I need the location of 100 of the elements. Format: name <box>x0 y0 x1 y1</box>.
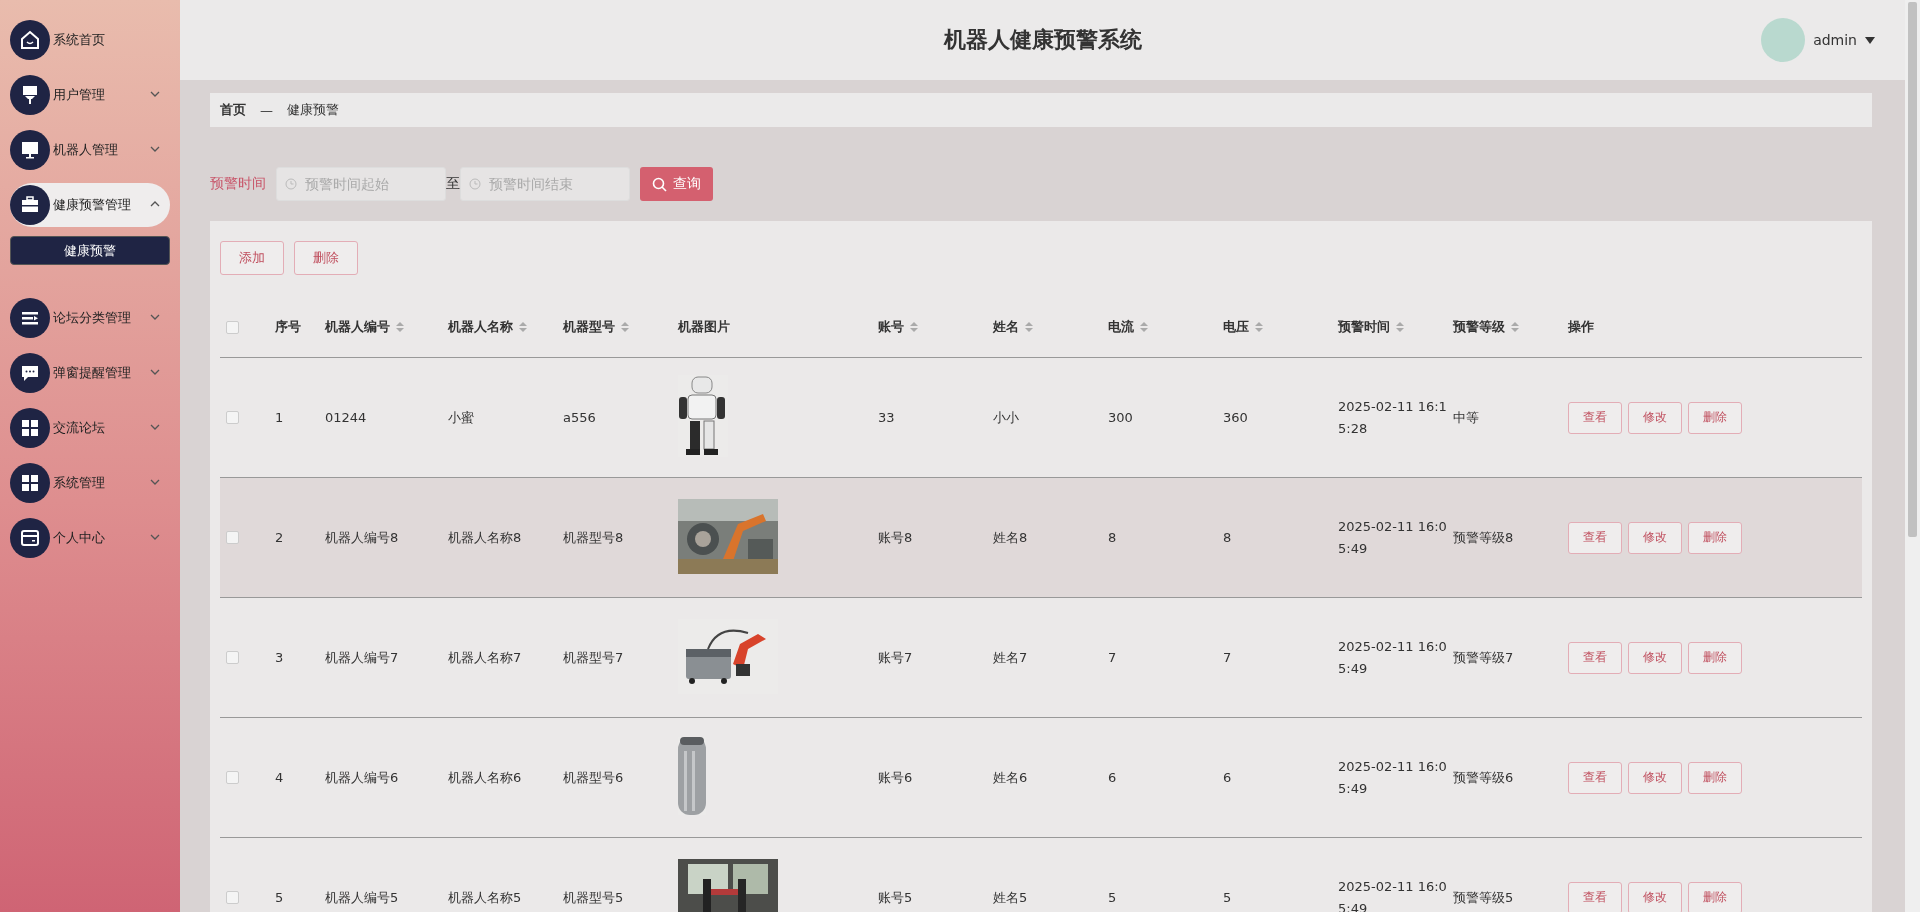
breadcrumb-link[interactable]: 健康预警 <box>287 101 339 119</box>
column-header[interactable]: 姓名 <box>993 318 1033 336</box>
table-cell: 2025-02-11 16:05:49 <box>1338 878 1447 912</box>
sort-icon <box>910 322 918 332</box>
column-header[interactable]: 机器人编号 <box>325 318 404 336</box>
sort-icon <box>621 322 629 332</box>
table-cell: 机器人编号5 <box>325 889 399 905</box>
table-cell: 机器人编号7 <box>325 649 399 665</box>
filter-label: 预警时间 <box>210 175 266 193</box>
menu-item[interactable]: 个人中心 <box>10 516 170 560</box>
column-header: 机器图片 <box>678 318 730 336</box>
search-button[interactable]: 查询 <box>640 167 713 201</box>
action-button[interactable]: 删除 <box>1688 641 1742 674</box>
action-button[interactable]: 查看 <box>1568 401 1622 434</box>
table-cell: 账号7 <box>878 649 913 665</box>
menu-item[interactable]: 论坛分类管理 <box>10 296 170 340</box>
table-cell: 6 <box>1108 769 1117 785</box>
row-checkbox[interactable] <box>226 891 239 904</box>
app-title: 机器人健康预警系统 <box>943 26 1142 54</box>
sort-icon <box>1396 322 1404 332</box>
chevron-down-icon <box>150 368 160 376</box>
table-cell: 机器人编号8 <box>325 529 399 545</box>
action-button[interactable]: 删除 <box>1688 761 1742 794</box>
table-cell: 小蜜 <box>448 409 474 425</box>
table-cell: 机器人名称5 <box>448 889 522 905</box>
column-header[interactable]: 电流 <box>1108 318 1148 336</box>
table-cell: 2025-02-11 16:15:28 <box>1338 398 1447 436</box>
table-cell: 360 <box>1223 409 1248 425</box>
table-cell: 预警等级5 <box>1453 889 1514 905</box>
menu-item[interactable]: 交流论坛 <box>10 406 170 450</box>
menu-item[interactable]: 用户管理 <box>10 73 170 117</box>
table-cell: a556 <box>563 409 596 425</box>
table-cell: 7 <box>1223 649 1232 665</box>
chevron-up-icon <box>150 200 160 208</box>
table-cell: 机器型号8 <box>563 529 624 545</box>
row-checkbox[interactable] <box>226 771 239 784</box>
scrollbar[interactable] <box>1908 2 1917 537</box>
column-header[interactable]: 账号 <box>878 318 918 336</box>
date-field[interactable]: 预警时间起始 <box>276 167 446 201</box>
menu-item[interactable]: 系统首页 <box>10 18 170 62</box>
action-button[interactable]: 修改 <box>1628 401 1682 434</box>
table-cell: 机器人名称7 <box>448 649 522 665</box>
action-button[interactable]: 删除 <box>1688 881 1742 912</box>
table-cell: 5 <box>1223 889 1232 905</box>
action-button[interactable]: 查看 <box>1568 881 1622 912</box>
menu-item[interactable]: 健康预警管理 <box>10 183 170 227</box>
submenu-item[interactable]: 健康预警 <box>10 236 170 265</box>
column-header[interactable]: 机器人名称 <box>448 318 527 336</box>
menu-item[interactable]: 弹窗提醒管理 <box>10 351 170 395</box>
column-header[interactable]: 电压 <box>1223 318 1263 336</box>
select-all-checkbox[interactable] <box>226 320 239 334</box>
table-cell: 预警等级7 <box>1453 649 1514 665</box>
table-cell: 机器型号7 <box>563 649 624 665</box>
action-button[interactable]: 删除 <box>1688 521 1742 554</box>
avatar[interactable] <box>1761 18 1806 62</box>
sort-icon <box>1140 322 1148 332</box>
table-cell: 33 <box>878 409 895 425</box>
search-icon <box>652 176 667 192</box>
table-cell: 300 <box>1108 409 1133 425</box>
table-cell: 账号5 <box>878 889 913 905</box>
toolbar-button[interactable]: 添加 <box>220 241 284 275</box>
column-header: 操作 <box>1568 318 1594 336</box>
action-button[interactable]: 修改 <box>1628 521 1682 554</box>
sort-icon <box>519 322 527 332</box>
action-button[interactable]: 修改 <box>1628 761 1682 794</box>
table-cell: 5 <box>275 889 284 905</box>
sort-icon <box>1025 322 1033 332</box>
action-button[interactable]: 删除 <box>1688 401 1742 434</box>
table-cell: 6 <box>1223 769 1232 785</box>
chevron-down-icon <box>150 90 160 98</box>
toolbar-button[interactable]: 删除 <box>294 241 358 275</box>
clock-icon <box>469 178 481 190</box>
menu-item[interactable]: 机器人管理 <box>10 128 170 172</box>
action-button[interactable]: 修改 <box>1628 881 1682 912</box>
table-cell: 8 <box>1108 529 1117 545</box>
row-checkbox[interactable] <box>226 651 239 664</box>
table-cell: 中等 <box>1453 409 1479 425</box>
table-cell: 1 <box>275 409 284 425</box>
action-button[interactable]: 查看 <box>1568 521 1622 554</box>
sort-icon <box>1255 322 1263 332</box>
table-cell: 姓名8 <box>993 529 1028 545</box>
table-cell: 2025-02-11 16:05:49 <box>1338 638 1447 676</box>
user-name[interactable]: admin <box>1813 32 1857 48</box>
table-cell: 机器人名称6 <box>448 769 522 785</box>
column-header[interactable]: 机器型号 <box>563 318 629 336</box>
row-checkbox[interactable] <box>226 531 239 544</box>
chevron-down-icon <box>150 478 160 486</box>
breadcrumb-link[interactable]: 首页 <box>220 101 246 119</box>
row-checkbox[interactable] <box>226 411 239 424</box>
table-cell: 5 <box>1108 889 1117 905</box>
column-header[interactable]: 预警等级 <box>1453 318 1519 336</box>
action-button[interactable]: 修改 <box>1628 641 1682 674</box>
menu-item[interactable]: 系统管理 <box>10 461 170 505</box>
action-button[interactable]: 查看 <box>1568 761 1622 794</box>
date-field[interactable]: 预警时间结束 <box>460 167 630 201</box>
home-icon <box>18 28 42 52</box>
column-header[interactable]: 预警时间 <box>1338 318 1404 336</box>
table-cell: 机器人名称8 <box>448 529 522 545</box>
action-button[interactable]: 查看 <box>1568 641 1622 674</box>
column-header: 序号 <box>275 318 301 336</box>
